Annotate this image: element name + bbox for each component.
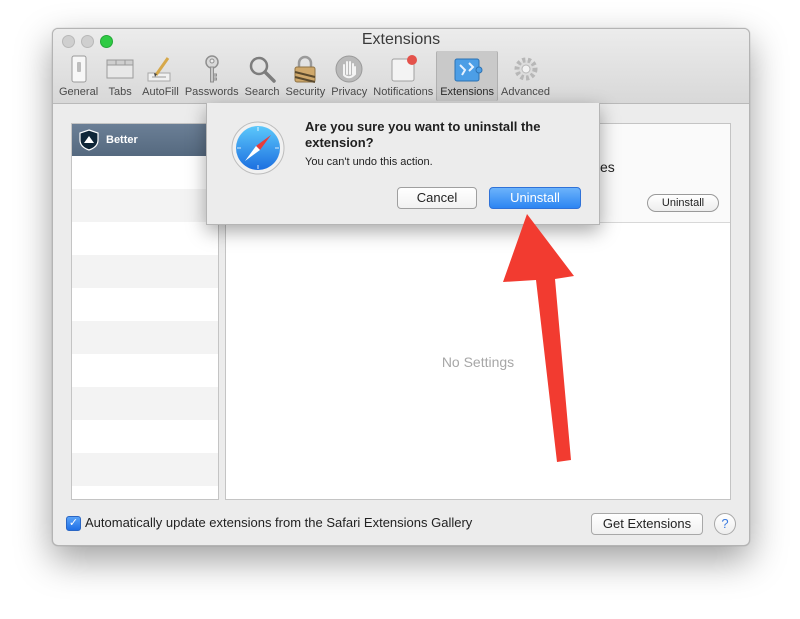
red-arrow-icon — [503, 214, 574, 462]
annotation-arrow — [503, 214, 574, 462]
